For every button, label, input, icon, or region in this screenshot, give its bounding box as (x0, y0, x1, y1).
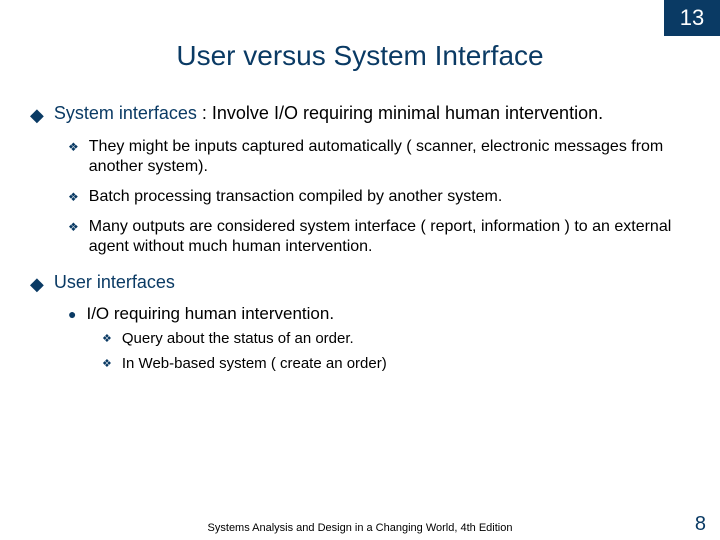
slide-title: User versus System Interface (0, 40, 720, 72)
footer-text: Systems Analysis and Design in a Changin… (0, 522, 720, 534)
user-interfaces-subs: ● I/O requiring human intervention. ❖ Qu… (68, 303, 690, 374)
rotated-diamond-icon: ❖ (102, 333, 112, 347)
rotated-diamond-icon: ❖ (68, 190, 79, 205)
sub-bullet: ❖ They might be inputs captured automati… (68, 137, 690, 177)
sub-bullet: ● I/O requiring human intervention. (68, 303, 690, 324)
sub-bullet-text: They might be inputs captured automatica… (89, 137, 690, 177)
bullet-lead: System interfaces (54, 103, 197, 123)
bullet-lead: User interfaces (54, 272, 175, 292)
sub-bullet: ❖ Batch processing transaction compiled … (68, 187, 690, 207)
diamond-bullet-icon: ◆ (30, 104, 44, 127)
chapter-badge: 13 (664, 0, 720, 36)
slide-content: ◆ System interfaces : Involve I/O requir… (30, 92, 690, 380)
bullet-user-interfaces: ◆ User interfaces (30, 271, 690, 296)
io-human-subs: ❖ Query about the status of an order. ❖ … (102, 330, 690, 374)
page-number: 8 (695, 513, 706, 536)
system-interfaces-subs: ❖ They might be inputs captured automati… (68, 137, 690, 257)
diamond-bullet-icon: ◆ (30, 273, 44, 296)
bullet-system-interfaces: ◆ System interfaces : Involve I/O requir… (30, 102, 690, 127)
subsub-bullet-text: Query about the status of an order. (122, 330, 354, 349)
sub-bullet-text: Many outputs are considered system inter… (89, 217, 690, 257)
subsub-bullet: ❖ In Web-based system ( create an order) (102, 355, 690, 374)
sub-bullet: ❖ Many outputs are considered system int… (68, 217, 690, 257)
bullet-rest: : Involve I/O requiring minimal human in… (197, 103, 603, 123)
subsub-bullet: ❖ Query about the status of an order. (102, 330, 690, 349)
disc-bullet-icon: ● (68, 306, 76, 324)
rotated-diamond-icon: ❖ (68, 220, 79, 235)
sub-bullet-text: I/O requiring human intervention. (86, 303, 334, 324)
rotated-diamond-icon: ❖ (102, 358, 112, 372)
rotated-diamond-icon: ❖ (68, 140, 79, 155)
subsub-bullet-text: In Web-based system ( create an order) (122, 355, 387, 374)
sub-bullet-text: Batch processing transaction compiled by… (89, 187, 690, 207)
